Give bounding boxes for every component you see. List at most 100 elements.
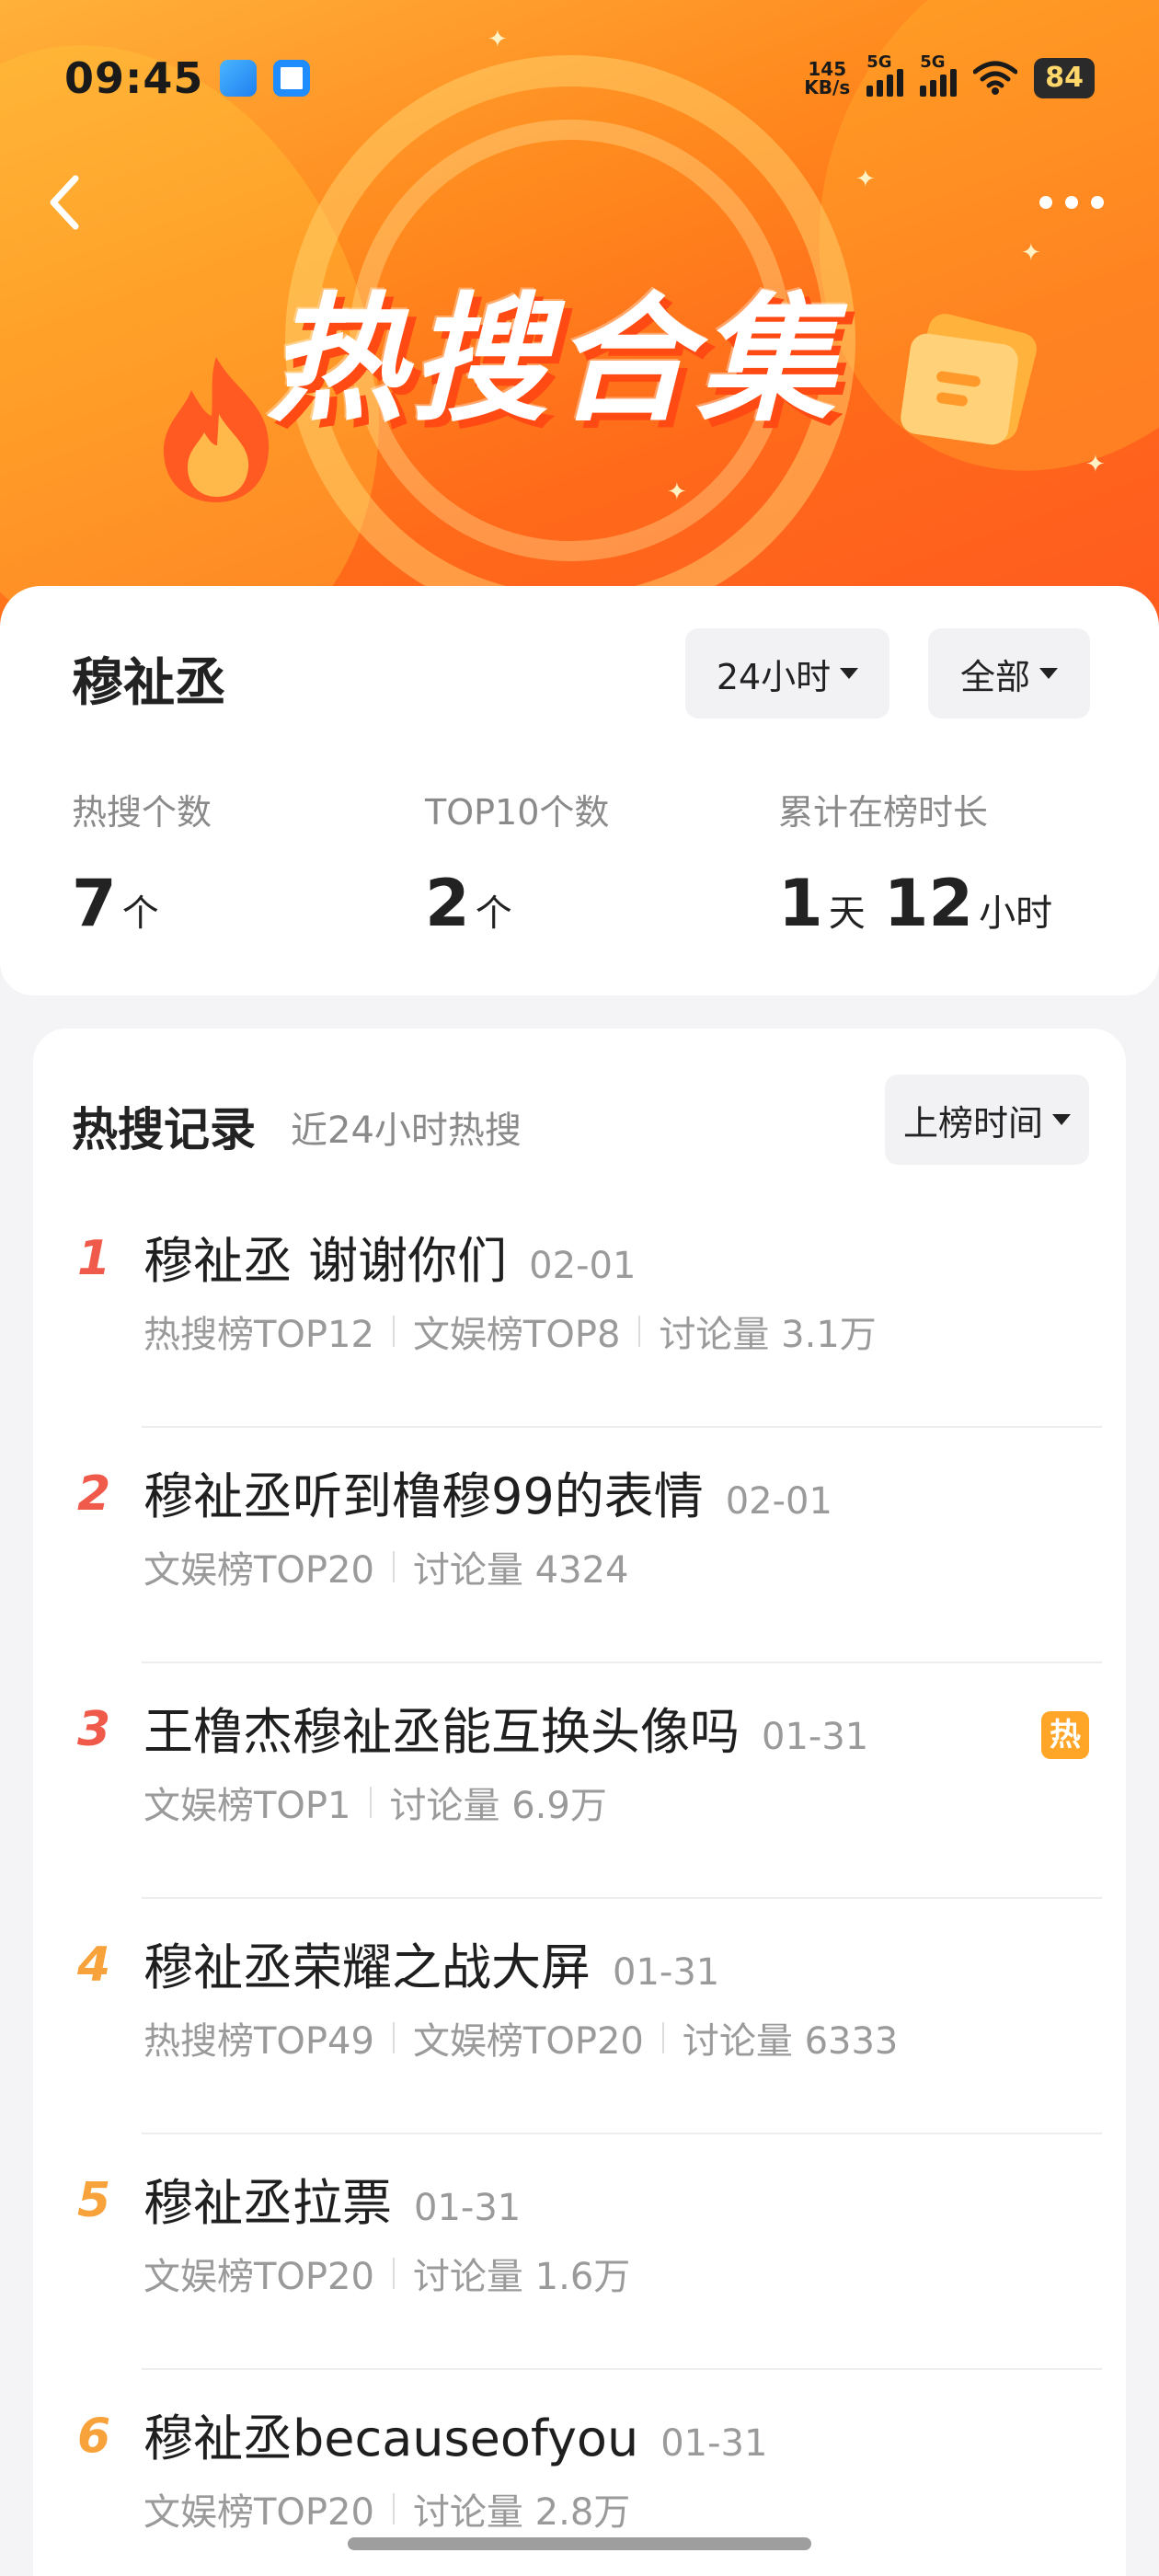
stat-unit-days: 天	[828, 892, 866, 935]
record-title: 穆祉丞拉票 01-31	[143, 2162, 521, 2235]
records-header: 热搜记录 近24小时热搜 上榜时间	[72, 1075, 1089, 1165]
record-meta-item: 讨论量 2.8万	[412, 2491, 631, 2534]
back-icon[interactable]	[37, 166, 101, 239]
scope-dropdown[interactable]: 全部	[928, 628, 1090, 719]
record-meta-item: 讨论量 1.6万	[412, 2256, 631, 2298]
stat-label: 累计在榜时长	[778, 792, 989, 833]
signal-label: 5G	[920, 52, 946, 72]
record-rank: 5	[77, 2173, 111, 2228]
caret-down-icon	[1039, 668, 1058, 679]
time-range-dropdown[interactable]: 24小时	[685, 628, 889, 719]
status-bar: 09:45 145 KB/s 5G 5G 84	[0, 0, 1159, 156]
record-rank: 4	[77, 1938, 111, 1993]
record-title: 穆祉丞becauseofyou 01-31	[143, 2398, 767, 2470]
record-date: 01-31	[613, 1951, 720, 1994]
record-rank: 6	[77, 2409, 111, 2464]
stat-hot-count: 热搜个数 7 个	[72, 784, 212, 941]
record-meta: 文娱榜TOP20 讨论量 4324	[143, 1540, 628, 1593]
record-title-text: 穆祉丞拉票	[143, 2174, 392, 2232]
meta-separator	[392, 2493, 395, 2524]
flame-icon	[164, 357, 270, 502]
record-item[interactable]: 5 穆祉丞拉票 01-31 文娱榜TOP20 讨论量 1.6万	[33, 2134, 1126, 2370]
record-meta-item: 文娱榜TOP20	[143, 1549, 374, 1592]
record-title: 王橹杰穆祉丞能互换头像吗 01-31	[143, 1691, 868, 1764]
summary-card: 穆祉丞 24小时 全部 热搜个数 7 个 TOP10个数 2 个 累计在榜时长 …	[0, 586, 1159, 995]
record-meta: 文娱榜TOP20 讨论量 2.8万	[143, 2482, 630, 2536]
hot-search-records-card: 热搜记录 近24小时热搜 上榜时间 1 穆祉丞 谢谢你们 02-01 热搜榜TOP12…	[33, 1029, 1126, 2576]
sort-label: 上榜时间	[902, 1102, 1043, 1144]
meta-separator	[638, 1316, 641, 1347]
record-item[interactable]: 1 穆祉丞 谢谢你们 02-01 热搜榜TOP12 文娱榜TOP8 讨论量 3.1万	[33, 1192, 1126, 1428]
page: ✦ ✦ ✦ ✦ ✦ 09:45 145 KB/s 5G 5G 84 热搜合集 穆…	[0, 0, 1159, 2576]
stat-value: 2 个	[425, 866, 609, 941]
home-indicator[interactable]	[348, 2537, 811, 2550]
meta-separator	[392, 2258, 395, 2289]
stat-value: 1 天 12 小时	[778, 866, 1052, 941]
stat-label: TOP10个数	[425, 792, 610, 833]
record-title-text: 王橹杰穆祉丞能互换头像吗	[143, 1703, 740, 1761]
record-meta: 热搜榜TOP12 文娱榜TOP8 讨论量 3.1万	[143, 1305, 877, 1358]
more-dot-icon	[1091, 196, 1104, 209]
record-title-text: 穆祉丞 谢谢你们	[143, 1232, 508, 1290]
stat-unit: 个	[121, 892, 159, 935]
more-options-button[interactable]	[1030, 184, 1113, 221]
record-date: 01-31	[762, 1716, 869, 1758]
record-date: 02-01	[725, 1480, 832, 1523]
signal-icon: 5G	[920, 52, 958, 97]
record-rank: 2	[77, 1466, 111, 1522]
status-time: 09:45	[64, 53, 204, 103]
hot-badge: 热	[1041, 1711, 1089, 1759]
banner-title: 热搜合集	[267, 281, 842, 441]
record-meta-item: 热搜榜TOP49	[143, 2020, 374, 2063]
stat-unit-hours: 小时	[979, 892, 1053, 935]
more-dot-icon	[1039, 196, 1052, 209]
record-title-text: 穆祉丞becauseofyou	[143, 2409, 639, 2467]
wifi-icon	[973, 61, 1018, 95]
caret-down-icon	[840, 668, 859, 679]
record-rank: 3	[77, 1702, 111, 1757]
network-speed-value: 145	[808, 58, 847, 80]
meta-separator	[369, 1787, 372, 1818]
header-banner: ✦ ✦ ✦ ✦ ✦ 09:45 145 KB/s 5G 5G 84 热搜合集	[0, 0, 1159, 644]
sparkle-icon: ✦	[1021, 239, 1041, 267]
records-title: 热搜记录	[72, 1103, 256, 1156]
record-meta-item: 文娱榜TOP20	[143, 2491, 374, 2534]
record-date: 02-01	[529, 1245, 637, 1287]
stat-label: 热搜个数	[72, 792, 212, 833]
record-meta-item: 讨论量 3.1万	[659, 1314, 877, 1356]
caret-down-icon	[1052, 1114, 1071, 1125]
app-notification-icon	[220, 60, 258, 97]
record-date: 01-31	[414, 2187, 522, 2229]
record-title: 穆祉丞 谢谢你们 02-01	[143, 1220, 636, 1293]
stat-total-duration: 累计在榜时长 1 天 12 小时	[778, 784, 1052, 941]
sort-dropdown[interactable]: 上榜时间	[885, 1075, 1089, 1165]
meta-separator	[392, 2022, 395, 2053]
scope-label: 全部	[959, 656, 1030, 697]
stat-number: 2	[425, 866, 470, 941]
meta-separator	[392, 1316, 395, 1347]
time-range-label: 24小时	[716, 656, 832, 697]
record-title-text: 穆祉丞听到橹穆99的表情	[143, 1467, 704, 1525]
folder-icon	[901, 314, 1037, 445]
record-meta-item: 文娱榜TOP1	[143, 1785, 351, 1827]
record-date: 01-31	[660, 2422, 768, 2465]
stat-number: 7	[72, 866, 117, 941]
record-meta-item: 讨论量 6.9万	[389, 1785, 607, 1827]
record-title: 穆祉丞荣耀之战大屏 01-31	[143, 1926, 719, 1999]
sparkle-icon: ✦	[855, 166, 876, 193]
network-speed-unit: KB/s	[804, 76, 851, 98]
record-meta-item: 热搜榜TOP12	[143, 1314, 374, 1356]
battery-indicator: 84	[1034, 58, 1095, 98]
person-name: 穆祉丞	[70, 641, 235, 716]
record-meta: 热搜榜TOP49 文娱榜TOP20 讨论量 6333	[143, 2011, 898, 2064]
stat-number-days: 1	[778, 866, 823, 941]
record-meta-item: 讨论量 4324	[412, 1549, 629, 1592]
record-item[interactable]: 3 王橹杰穆祉丞能互换头像吗 01-31 文娱榜TOP1 讨论量 6.9万 热	[33, 1663, 1126, 1899]
more-dot-icon	[1065, 196, 1078, 209]
record-item[interactable]: 2 穆祉丞听到橹穆99的表情 02-01 文娱榜TOP20 讨论量 4324	[33, 1428, 1126, 1663]
record-item[interactable]: 4 穆祉丞荣耀之战大屏 01-31 热搜榜TOP49 文娱榜TOP20 讨论量 6333	[33, 1899, 1126, 2134]
record-title-text: 穆祉丞荣耀之战大屏	[143, 1938, 591, 1996]
person-name-text: 穆祉丞	[72, 653, 226, 713]
meta-separator	[661, 2022, 664, 2053]
record-meta-item: 文娱榜TOP8	[412, 1314, 621, 1356]
